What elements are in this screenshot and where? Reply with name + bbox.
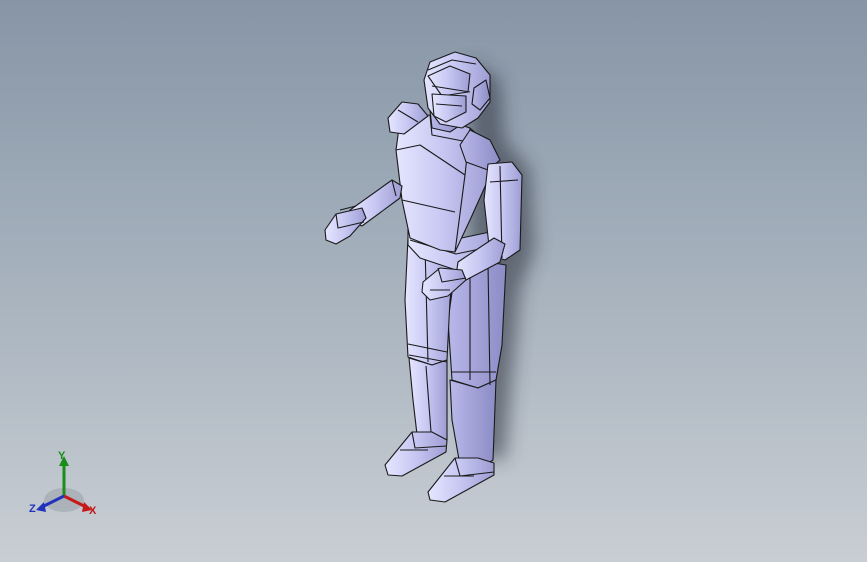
z-axis-label: Z [29,503,36,515]
humanoid-robot-model[interactable] [0,0,867,562]
right-foot[interactable] [427,457,495,503]
x-axis-label: X [89,505,97,517]
graphics-viewport[interactable]: Y X Z [0,0,867,562]
z-axis-arrow-icon [36,502,46,512]
y-axis-label: Y [58,450,66,462]
left-foot[interactable] [384,431,448,477]
